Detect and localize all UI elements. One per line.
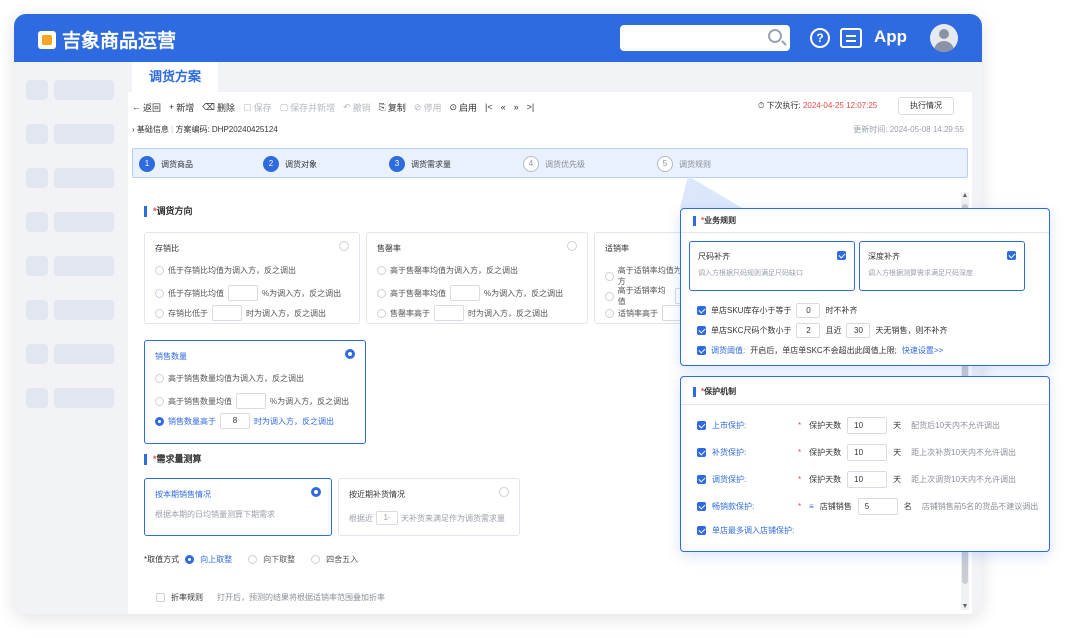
rule-row-checkbox[interactable] (697, 326, 706, 335)
protection-row: 上市保护: * 保护天数 10 天配货后10天内不允许调出 (697, 417, 1000, 434)
protection-value-input[interactable]: 10 (847, 417, 888, 434)
protection-unit: 天 (893, 448, 902, 457)
protection-row: 补货保护: * 保护天数 10 天距上次补货10天内不允许调出 (697, 444, 1016, 461)
protection-field-label: 保护天数 (809, 475, 842, 484)
protection-unit: 天 (893, 421, 902, 430)
rule-card-checkbox[interactable] (1007, 251, 1016, 260)
required-mark: * (798, 421, 802, 430)
protection-desc: 距上次调货10天内不允许调出 (911, 475, 1017, 484)
protection-field-label: 店铺销售 (819, 502, 852, 511)
protection-label: 补货保护: (712, 448, 747, 457)
protection-checkbox[interactable] (697, 421, 706, 430)
protection-label: 调货保护: (712, 475, 747, 484)
business-rules-title: *业务规则 (693, 216, 736, 226)
no-sale-days-input[interactable]: 30 (846, 323, 871, 338)
rule-card-desc: 调入方根据尺码规则满足尺码缺口 (698, 270, 803, 277)
stock-threshold-input[interactable]: 0 (796, 303, 821, 318)
rule-row-pre: 单店SKC尺码个数小于 (711, 326, 792, 335)
protection-checkbox[interactable] (697, 526, 706, 535)
rule-card-size-fill[interactable]: 尺码补齐 调入方根据尺码规则满足尺码缺口 (689, 241, 855, 291)
protection-field-label: 保护天数 (809, 448, 842, 457)
size-count-input[interactable]: 2 (796, 323, 821, 338)
rule-row-checkbox[interactable] (697, 346, 706, 355)
protection-label: 上市保护: (712, 421, 747, 430)
rule-row-post: 时不补齐 (825, 306, 858, 315)
rank-select-icon[interactable]: ≡ (809, 502, 814, 511)
rule-row-post: 开启后，单店单SKC不会超出此阈值上限; (750, 346, 897, 355)
rule-card-title: 尺码补齐 (698, 252, 730, 261)
protection-checkbox[interactable] (697, 502, 706, 511)
business-rules-header: *业务规则 (681, 209, 1049, 233)
rule-card-checkbox[interactable] (837, 251, 846, 260)
protection-header: *保护机制 (681, 377, 1049, 405)
rule-row-pre: 单店SKU库存小于等于 (711, 306, 792, 315)
protection-value-input[interactable]: 10 (847, 471, 888, 488)
rule-row-checkbox[interactable] (697, 306, 706, 315)
protection-row: 单店最多调入店铺保护: (697, 525, 862, 536)
protection-value-input[interactable]: 5 (857, 498, 898, 515)
protection-desc: 距上次补货10天内不允许调出 (911, 448, 1017, 457)
protection-unit: 名 (903, 502, 912, 511)
rule-card-depth-fill[interactable]: 深度补齐 调入方根据测算需求满足尺码深度 (859, 241, 1025, 291)
rule-row-pre: 调货阈值: (711, 346, 746, 355)
protection-checkbox[interactable] (697, 475, 706, 484)
rule-row-threshold: 调货阈值: 开启后，单店单SKC不会超出此阈值上限; 快速设置>> (697, 345, 943, 356)
protection-panel: *保护机制 上市保护: * 保护天数 10 天配货后10天内不允许调出 补货保护: * 保护天… (680, 376, 1050, 552)
protection-row: 调货保护: * 保护天数 10 天距上次调货10天内不允许调出 (697, 471, 1016, 488)
business-rules-panel: *业务规则 尺码补齐 调入方根据尺码规则满足尺码缺口 深度补齐 调入方根据测算需… (680, 208, 1050, 366)
rule-row-stock: 单店SKU库存小于等于 0 时不补齐 (697, 303, 857, 318)
protection-unit: 天 (893, 475, 902, 484)
required-mark: * (798, 475, 802, 484)
rule-card-desc: 调入方根据测算需求满足尺码深度 (868, 270, 973, 277)
protection-label: 畅销款保护: (712, 502, 755, 511)
protection-desc: 店铺销售前5名的货品不建议调出 (921, 502, 1039, 511)
rule-row-post: 天无销售，则不补齐 (875, 326, 948, 335)
protection-value-input[interactable]: 10 (847, 444, 888, 461)
protection-title: *保护机制 (693, 387, 736, 397)
required-mark: * (798, 448, 802, 457)
required-mark: * (798, 502, 802, 511)
protection-row: 畅销款保护: * ≡ 店铺销售 5 名店铺销售前5名的货品不建议调出 (697, 498, 1038, 515)
rule-row-size-count: 单店SKC尺码个数小于 2 且近 30 天无销售，则不补齐 (697, 323, 947, 338)
protection-desc: 配货后10天内不允许调出 (911, 421, 1001, 430)
rule-card-title: 深度补齐 (868, 252, 900, 261)
protection-field-label: 保护天数 (809, 421, 842, 430)
rule-row-mid: 且近 (825, 326, 842, 335)
protection-checkbox[interactable] (697, 448, 706, 457)
protection-label: 单店最多调入店铺保护: (712, 526, 795, 535)
quick-setup-link[interactable]: 快速设置>> (902, 345, 943, 356)
